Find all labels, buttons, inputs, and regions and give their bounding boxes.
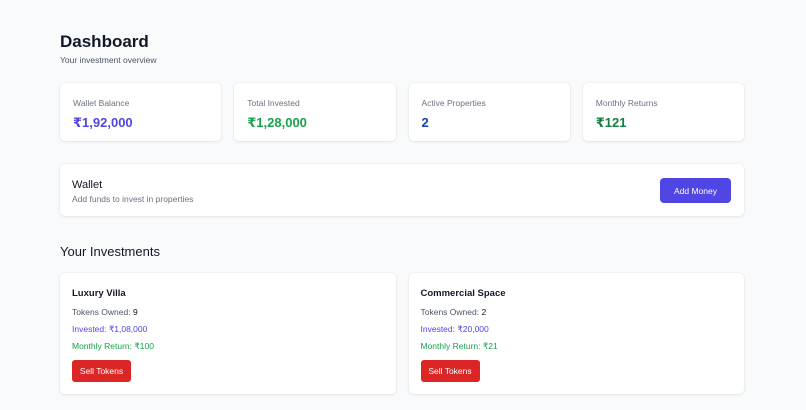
stat-value: 2 [421,115,429,130]
investment-name: Luxury Villa [72,288,126,299]
investment-tokens: Tokens Owned: 2 [421,307,487,317]
wallet-subtitle: Add funds to invest in properties [72,194,194,204]
tokens-label: Tokens Owned: [72,307,133,317]
stat-label: Monthly Returns [595,98,658,108]
stat-value: ₹1,92,000 [73,115,133,130]
wallet-card: Wallet Add funds to invest in properties… [60,164,744,216]
stat-label: Wallet Balance [73,98,130,108]
investment-card-commercial-space: Commercial Space Tokens Owned: 2 Investe… [408,273,744,394]
investments-list: Luxury Villa Tokens Owned: 9 Invested: ₹… [60,273,744,394]
investments-section-title: Your Investments [60,244,160,259]
page-title: Dashboard [60,32,149,51]
stat-card-active-properties: Active Properties 2 [408,83,570,141]
stat-card-total-invested: Total Invested ₹1,28,000 [234,83,396,141]
sell-tokens-button[interactable]: Sell Tokens [72,360,131,382]
stat-value: ₹121 [595,115,627,130]
tokens-count: 9 [132,307,138,317]
stat-label: Active Properties [421,98,486,108]
add-money-button[interactable]: Add Money [660,178,731,203]
investment-name: Commercial Space [420,288,506,299]
investment-invested: Invested: ₹20,000 [420,324,489,334]
investment-card-luxury-villa: Luxury Villa Tokens Owned: 9 Invested: ₹… [60,273,396,394]
stat-card-wallet-balance: Wallet Balance ₹1,92,000 [60,83,222,141]
investment-monthly-return: Monthly Return: ₹100 [72,341,154,351]
tokens-label: Tokens Owned: [420,307,482,317]
investment-monthly-return: Monthly Return: ₹21 [420,341,498,351]
investment-invested: Invested: ₹1,08,000 [72,324,148,334]
stat-card-monthly-returns: Monthly Returns ₹121 [582,83,744,141]
wallet-title: Wallet [72,179,103,191]
sell-tokens-button[interactable]: Sell Tokens [420,360,480,382]
page-subtitle: Your investment overview [60,55,157,65]
stat-value: ₹1,28,000 [247,115,307,130]
investment-tokens: Tokens Owned: 9 [72,307,138,317]
stat-label: Total Invested [247,98,300,108]
tokens-count: 2 [481,307,487,317]
stats-row: Wallet Balance ₹1,92,000 Total Invested … [60,83,744,141]
